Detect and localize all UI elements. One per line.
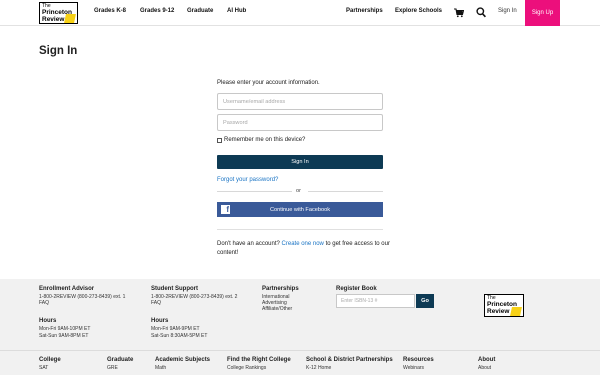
enrollment-hours-weekend: Sat-Sun 9AM-8PM ET — [39, 333, 89, 339]
footer-princeton-review-logo[interactable]: The Princeton Review — [484, 294, 524, 317]
logo-yellow-mark — [64, 14, 76, 23]
forgot-password-link[interactable]: Forgot your password? — [217, 177, 278, 183]
nav-grades-9-12[interactable]: Grades 9-12 — [140, 8, 174, 14]
student-support-heading: Student Support — [151, 286, 198, 292]
site-header: The Princeton Review Grades K-8 Grades 9… — [0, 0, 600, 26]
footer-separator — [0, 350, 600, 351]
intro-text: Please enter your account information. — [217, 80, 320, 86]
remember-me-label[interactable]: Remember me on this device? — [224, 137, 305, 143]
no-account-prefix: Don't have an account? — [217, 241, 280, 247]
footer-col-partnerships-heading: School & District Partnerships — [306, 357, 393, 363]
or-line-left — [217, 191, 292, 192]
partnerships-affiliate-link[interactable]: Affiliate/Other — [262, 306, 292, 313]
nav-explore-schools[interactable]: Explore Schools — [395, 8, 442, 14]
password-input[interactable] — [217, 114, 383, 131]
nav-partnerships[interactable]: Partnerships — [346, 8, 383, 14]
support-hours-weekday: Mon-Fri 9AM-9PM ET — [151, 326, 200, 332]
support-hours-weekend: Sat-Sun 8:30AM-5PM ET — [151, 333, 208, 339]
support-faq-link[interactable]: FAQ — [151, 300, 161, 307]
enrollment-phone[interactable]: 1-800-2REVIEW (800-273-8439) ext. 1 — [39, 294, 125, 301]
footer-col-resources-link[interactable]: Webinars — [403, 365, 424, 372]
username-input[interactable] — [217, 93, 383, 110]
or-line-right — [308, 191, 383, 192]
facebook-button-label: Continue with Facebook — [269, 206, 330, 213]
nav-graduate[interactable]: Graduate — [187, 8, 213, 14]
register-go-button[interactable]: Go — [416, 294, 434, 308]
enrollment-advisor-heading: Enrollment Advisor — [39, 286, 95, 292]
sign-up-button[interactable]: Sign Up — [525, 0, 560, 26]
register-book-heading: Register Book — [336, 286, 377, 292]
enrollment-hours-weekday: Mon-Fri 9AM-10PM ET — [39, 326, 91, 332]
princeton-review-logo[interactable]: The Princeton Review — [39, 2, 78, 24]
footer-col-about-link[interactable]: About — [478, 365, 491, 372]
nav-grades-k8[interactable]: Grades K-8 — [94, 8, 126, 14]
create-account-link[interactable]: Create one now — [282, 241, 324, 247]
or-separator: or — [217, 186, 383, 196]
nav-ai-hub[interactable]: AI Hub — [227, 8, 246, 14]
footer-col-college-heading: College — [39, 357, 61, 363]
support-hours-heading: Hours — [151, 318, 169, 324]
no-account-text: Don't have an account? Create one now to… — [217, 240, 392, 258]
footer-col-find-college-link[interactable]: College Rankings — [227, 365, 266, 372]
enrollment-hours-heading: Hours — [39, 318, 57, 324]
footer-logo-line3: Review — [487, 308, 510, 315]
footer-col-academic-heading: Academic Subjects — [155, 357, 211, 363]
remember-me-row: Remember me on this device? — [217, 137, 305, 143]
partnerships-heading: Partnerships — [262, 286, 299, 292]
footer-col-academic-link[interactable]: Math — [155, 365, 166, 372]
cart-icon[interactable] — [454, 8, 464, 18]
sign-in-button[interactable]: Sign In — [217, 155, 383, 169]
footer-col-graduate-heading: Graduate — [107, 357, 134, 363]
isbn-input[interactable] — [336, 294, 415, 308]
facebook-icon: f — [221, 205, 230, 214]
search-icon[interactable] — [476, 7, 486, 18]
support-phone[interactable]: 1-800-2REVIEW (800-273-8439) ext. 2 — [151, 294, 237, 301]
header-sign-in-link[interactable]: Sign In — [498, 8, 517, 14]
section-divider — [217, 229, 383, 230]
footer-col-find-college-heading: Find the Right College — [227, 357, 291, 363]
or-text: or — [296, 188, 301, 194]
footer-col-partnerships-link[interactable]: K-12 Home — [306, 365, 331, 372]
remember-me-checkbox[interactable] — [217, 137, 222, 143]
footer-col-graduate-link[interactable]: GRE — [107, 365, 118, 372]
footer-col-college-link[interactable]: SAT — [39, 365, 48, 372]
continue-with-facebook-button[interactable]: f Continue with Facebook — [217, 202, 383, 217]
enrollment-faq-link[interactable]: FAQ — [39, 300, 49, 307]
footer-logo-yellow-mark — [510, 307, 522, 316]
page-title: Sign In — [39, 45, 78, 57]
footer-col-about-heading: About — [478, 357, 496, 363]
footer-col-resources-heading: Resources — [403, 357, 434, 363]
logo-line3: Review — [42, 16, 65, 23]
